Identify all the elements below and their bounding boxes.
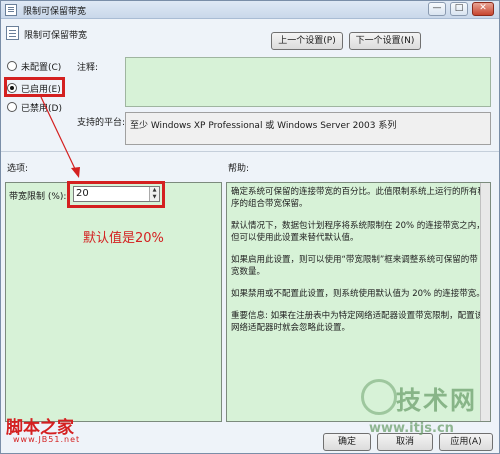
itjs-url: www.itjs.cn bbox=[369, 421, 454, 436]
itjs-logo-icon bbox=[361, 379, 397, 415]
jb51-url: www.JB51.net bbox=[13, 435, 81, 444]
itjs-logo: 技术网 bbox=[396, 386, 478, 415]
policy-dialog: 限制可保留带宽 — □ ✕ 限制可保留带宽 上一个设置(P) 下一个设置(N) … bbox=[0, 0, 500, 454]
